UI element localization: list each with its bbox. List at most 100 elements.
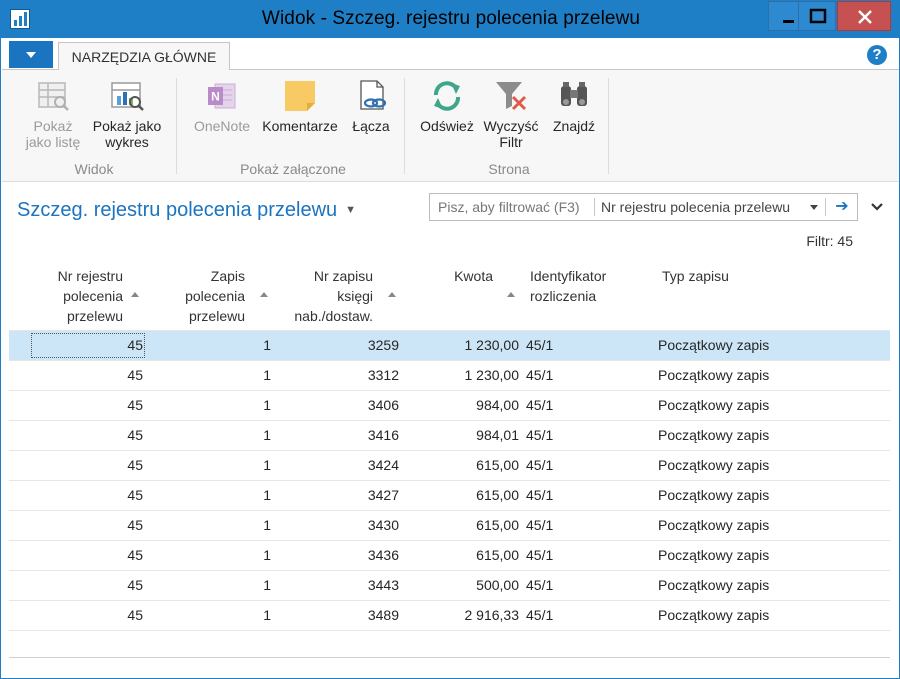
sticky-note-icon xyxy=(285,81,315,111)
show-as-list-button[interactable]: Pokaż jako listę xyxy=(20,78,86,150)
table-row[interactable]: 45 1 3443 500,00 45/1 Początkowy zapis xyxy=(9,570,890,600)
cell-entry-type[interactable]: Początkowy zapis xyxy=(658,487,769,503)
cell-reg-no[interactable]: 45 xyxy=(31,333,145,358)
column-header-amount[interactable]: Kwota xyxy=(409,266,515,297)
cell-entry[interactable]: 1 xyxy=(209,427,271,443)
table-row[interactable]: 45 1 3489 2 916,33 45/1 Początkowy zapis xyxy=(9,600,890,630)
table-row[interactable]: 45 1 3424 615,00 45/1 Początkowy zapis xyxy=(9,450,890,480)
cell-entry[interactable]: 1 xyxy=(209,367,271,383)
cell-applies-id[interactable]: 45/1 xyxy=(526,487,553,503)
cell-entry-type[interactable]: Początkowy zapis xyxy=(658,607,769,623)
cell-applies-id[interactable]: 45/1 xyxy=(526,397,553,413)
column-header-entry[interactable]: Zapis polecenia przelewu xyxy=(157,266,268,326)
cell-entry[interactable]: 1 xyxy=(209,577,271,593)
cell-amount[interactable]: 500,00 xyxy=(409,577,519,593)
onenote-button[interactable]: N OneNote xyxy=(188,78,256,134)
cell-ledger-entry[interactable]: 3424 xyxy=(309,457,399,473)
cell-reg-no[interactable]: 45 xyxy=(31,367,143,383)
app-chart-icon[interactable] xyxy=(10,9,30,29)
cell-ledger-entry[interactable]: 3406 xyxy=(309,397,399,413)
help-icon[interactable]: ? xyxy=(867,45,887,65)
filter-field-select[interactable]: Nr rejestru polecenia przelewu xyxy=(601,199,790,215)
filter-search-input[interactable] xyxy=(430,194,594,220)
column-header-applies-id[interactable]: Identyfikator rozliczenia xyxy=(530,266,640,306)
notes-button[interactable]: Komentarze xyxy=(258,78,342,134)
cell-entry-type[interactable]: Początkowy zapis xyxy=(658,517,769,533)
cell-amount[interactable]: 1 230,00 xyxy=(409,337,520,353)
refresh-button[interactable]: Odśwież xyxy=(416,78,478,134)
maximize-button[interactable] xyxy=(798,1,836,31)
column-header-ledger-entry[interactable]: Nr zapisu księgi nab./dostaw. xyxy=(279,266,396,326)
cell-applies-id[interactable]: 45/1 xyxy=(526,457,553,473)
cell-amount[interactable]: 615,00 xyxy=(409,457,519,473)
cell-amount[interactable]: 1 230,00 xyxy=(409,367,520,383)
cell-ledger-entry[interactable]: 3430 xyxy=(309,517,399,533)
cell-reg-no[interactable]: 45 xyxy=(31,547,143,563)
table-row[interactable]: 45 1 3406 984,00 45/1 Początkowy zapis xyxy=(9,390,890,420)
cell-entry[interactable]: 1 xyxy=(209,397,271,413)
cell-applies-id[interactable]: 45/1 xyxy=(526,607,553,623)
tab-home[interactable]: NARZĘDZIA GŁÓWNE xyxy=(58,42,230,71)
table-row[interactable]: 45 1 3427 615,00 45/1 Początkowy zapis xyxy=(9,480,890,510)
cell-reg-no[interactable]: 45 xyxy=(31,607,143,623)
column-header-reg-no[interactable]: Nr rejestru polecenia przelewu xyxy=(31,266,139,326)
cell-entry-type[interactable]: Początkowy zapis xyxy=(658,397,769,413)
cell-ledger-entry[interactable]: 3312 xyxy=(309,367,399,383)
cell-applies-id[interactable]: 45/1 xyxy=(526,367,553,383)
cell-entry[interactable]: 1 xyxy=(209,487,271,503)
group-label-widok: Widok xyxy=(74,161,114,177)
cell-ledger-entry[interactable]: 3259 xyxy=(309,337,399,353)
cell-entry[interactable]: 1 xyxy=(209,457,271,473)
cell-ledger-entry[interactable]: 3427 xyxy=(309,487,399,503)
page-title[interactable]: Szczeg. rejestru polecenia przelewu ▼ xyxy=(17,199,356,222)
close-button[interactable] xyxy=(837,1,891,31)
table-row[interactable]: 45 1 3436 615,00 45/1 Początkowy zapis xyxy=(9,540,890,570)
cell-amount[interactable]: 984,01 xyxy=(409,427,519,443)
table-row[interactable]: 45 1 3312 1 230,00 45/1 Początkowy zapis xyxy=(9,360,890,390)
application-menu-button[interactable] xyxy=(9,41,53,68)
clear-filter-button[interactable]: Wyczyść Filtr xyxy=(480,78,542,150)
cell-ledger-entry[interactable]: 3436 xyxy=(309,547,399,563)
cell-reg-no[interactable]: 45 xyxy=(31,487,143,503)
filter-bar: Nr rejestru polecenia przelewu ➔ xyxy=(429,193,858,221)
cell-ledger-entry[interactable]: 3416 xyxy=(309,427,399,443)
collapse-chevron-icon[interactable] xyxy=(870,200,884,214)
cell-reg-no[interactable]: 45 xyxy=(31,577,143,593)
cell-amount[interactable]: 615,00 xyxy=(409,487,519,503)
cell-amount[interactable]: 984,00 xyxy=(409,397,519,413)
cell-entry[interactable]: 1 xyxy=(209,547,271,563)
table-row[interactable]: 45 1 3259 1 230,00 45/1 Początkowy zapis xyxy=(9,330,890,360)
cell-applies-id[interactable]: 45/1 xyxy=(526,547,553,563)
cell-entry-type[interactable]: Początkowy zapis xyxy=(658,577,769,593)
cell-entry-type[interactable]: Początkowy zapis xyxy=(658,427,769,443)
links-button[interactable]: Łącza xyxy=(346,78,396,134)
cell-entry-type[interactable]: Początkowy zapis xyxy=(658,367,769,383)
cell-reg-no[interactable]: 45 xyxy=(31,457,143,473)
chevron-down-icon[interactable] xyxy=(810,205,818,210)
cell-reg-no[interactable]: 45 xyxy=(31,427,143,443)
cell-applies-id[interactable]: 45/1 xyxy=(526,517,553,533)
show-as-chart-button[interactable]: Pokaż jako wykres xyxy=(90,78,164,150)
cell-entry[interactable]: 1 xyxy=(209,337,271,353)
cell-entry-type[interactable]: Początkowy zapis xyxy=(658,337,769,353)
onenote-label: OneNote xyxy=(193,118,251,134)
find-button[interactable]: Znajdź xyxy=(546,78,602,134)
cell-entry-type[interactable]: Początkowy zapis xyxy=(658,547,769,563)
cell-amount[interactable]: 615,00 xyxy=(409,517,519,533)
column-header-entry-type[interactable]: Typ zapisu xyxy=(662,266,782,286)
cell-entry-type[interactable]: Początkowy zapis xyxy=(658,457,769,473)
cell-amount[interactable]: 2 916,33 xyxy=(409,607,520,623)
cell-ledger-entry[interactable]: 3443 xyxy=(309,577,399,593)
table-row[interactable]: 45 1 3430 615,00 45/1 Początkowy zapis xyxy=(9,510,890,540)
cell-entry[interactable]: 1 xyxy=(209,517,271,533)
cell-applies-id[interactable]: 45/1 xyxy=(526,577,553,593)
cell-amount[interactable]: 615,00 xyxy=(409,547,519,563)
cell-reg-no[interactable]: 45 xyxy=(31,517,143,533)
cell-applies-id[interactable]: 45/1 xyxy=(526,337,553,353)
cell-entry[interactable]: 1 xyxy=(209,607,271,623)
cell-reg-no[interactable]: 45 xyxy=(31,397,143,413)
table-row[interactable]: 45 1 3416 984,01 45/1 Początkowy zapis xyxy=(9,420,890,450)
arrow-right-icon[interactable]: ➔ xyxy=(829,196,855,218)
cell-applies-id[interactable]: 45/1 xyxy=(526,427,553,443)
cell-ledger-entry[interactable]: 3489 xyxy=(309,607,399,623)
